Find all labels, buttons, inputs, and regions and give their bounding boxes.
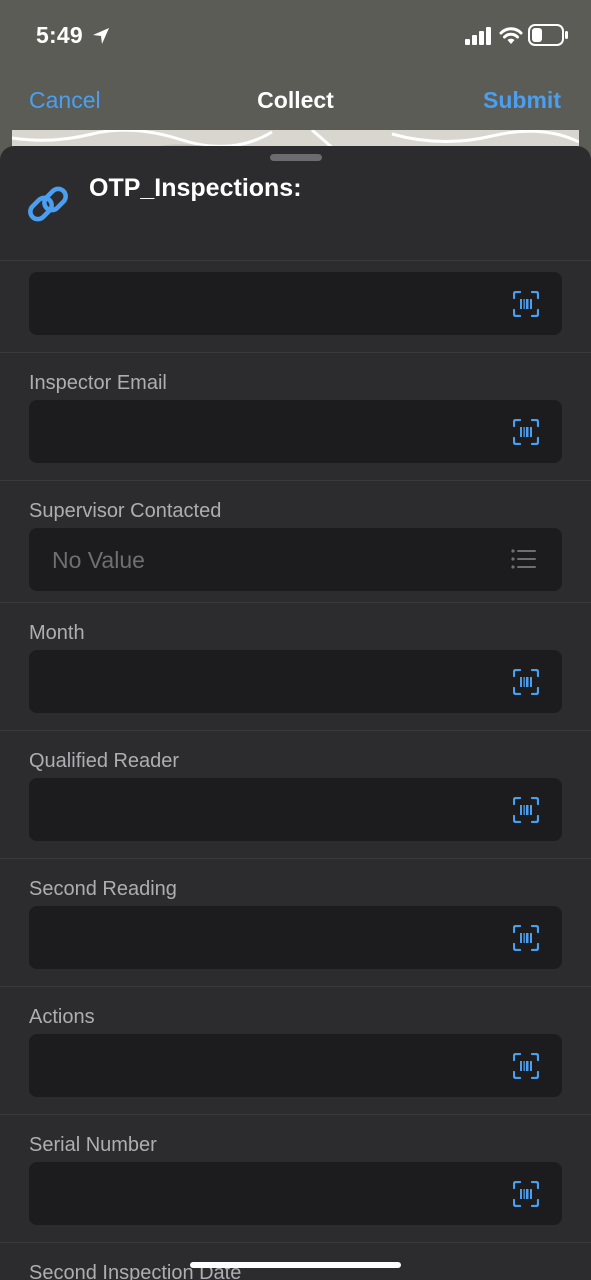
link-icon [28, 186, 68, 222]
field-label: Supervisor Contacted [29, 500, 222, 522]
field-group: Supervisor Contacted No Value [0, 481, 591, 603]
cancel-button[interactable]: Cancel [29, 87, 101, 114]
field-group: Actions [0, 987, 591, 1115]
submit-button[interactable]: Submit [483, 87, 561, 114]
field-group: Serial Number [0, 1115, 591, 1243]
list-icon[interactable] [511, 548, 537, 570]
form: Inspector Email Supervisor Contacted No … [0, 262, 591, 1280]
field-group: Inspector Email [0, 353, 591, 481]
field-value: No Value [52, 547, 145, 573]
month-field[interactable] [29, 650, 562, 713]
wifi-icon [499, 27, 523, 44]
barcode-scan-icon[interactable] [513, 419, 539, 445]
barcode-scan-icon[interactable] [513, 925, 539, 951]
text-field[interactable] [29, 272, 562, 335]
status-bar: 5:49 [0, 0, 591, 70]
barcode-scan-icon[interactable] [513, 797, 539, 823]
field-label: Month [29, 622, 85, 644]
field-group: Second Reading [0, 859, 591, 987]
second-reading-field[interactable] [29, 906, 562, 969]
status-time: 5:49 [36, 22, 83, 48]
cellular-signal-icon [465, 27, 491, 45]
collect-sheet: OTP_Inspections: Inspector Email Supervi… [0, 146, 591, 1280]
field-label: Actions [29, 1006, 95, 1028]
home-indicator[interactable] [190, 1262, 401, 1268]
qualified-reader-field[interactable] [29, 778, 562, 841]
inspector-email-field[interactable] [29, 400, 562, 463]
barcode-scan-icon[interactable] [513, 1181, 539, 1207]
location-arrow-icon [93, 28, 109, 44]
field-label: Qualified Reader [29, 750, 180, 772]
screen: 5:49 Cancel Collect Submit OTP_Inspectio… [0, 0, 591, 1280]
actions-field[interactable] [29, 1034, 562, 1097]
field-label: Inspector Email [29, 372, 167, 394]
field-label: Second Reading [29, 878, 177, 900]
sheet-title: OTP_Inspections: [89, 174, 302, 202]
supervisor-contacted-select[interactable]: No Value [29, 528, 562, 591]
field-label: Serial Number [29, 1134, 157, 1156]
barcode-scan-icon[interactable] [513, 291, 539, 317]
barcode-scan-icon[interactable] [513, 1053, 539, 1079]
nav-bar: Cancel Collect Submit [0, 70, 591, 130]
field-group: Month [0, 603, 591, 731]
sheet-header: OTP_Inspections: [0, 146, 591, 261]
barcode-scan-icon[interactable] [513, 669, 539, 695]
field-group: Qualified Reader [0, 731, 591, 859]
field-group [0, 262, 591, 353]
serial-number-field[interactable] [29, 1162, 562, 1225]
battery-icon [528, 24, 568, 46]
